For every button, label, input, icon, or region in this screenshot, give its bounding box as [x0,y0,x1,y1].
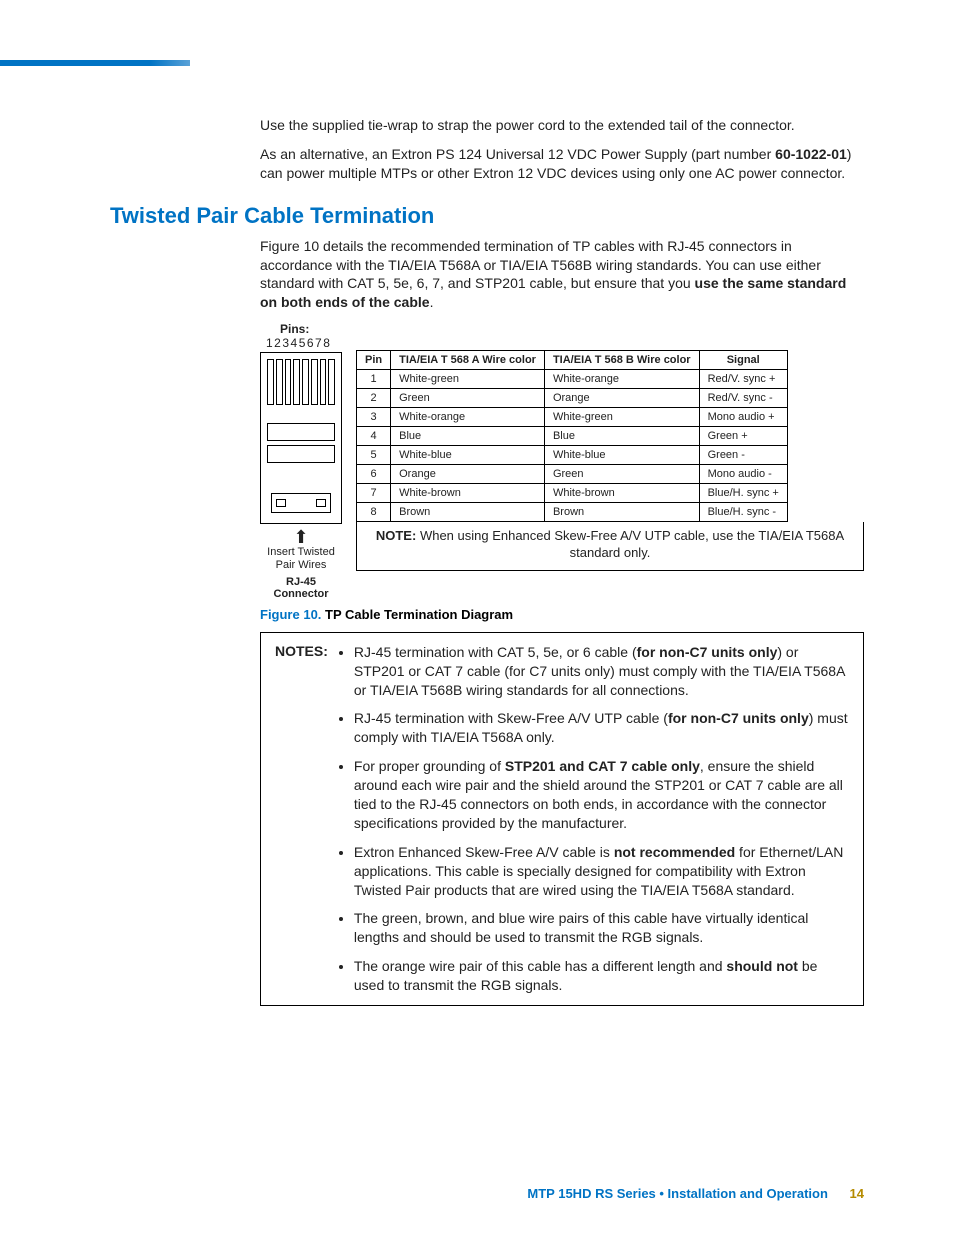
rj45-connector-label: RJ-45 Connector [260,576,342,601]
table-row: 5White-blueWhite-blueGreen - [357,446,788,465]
cell-568a: White-green [391,370,545,389]
col-header-568b: TIA/EIA T 568 B Wire color [544,351,699,370]
pins-numbers: 12345678 [266,336,864,350]
rj45-connector-diagram: ⬆ Insert Twisted Pair Wires RJ-45 Connec… [260,350,342,601]
page-content: Use the supplied tie-wrap to strap the p… [0,116,954,1006]
wire-color-table: Pin TIA/EIA T 568 A Wire color TIA/EIA T… [356,350,788,522]
col-header-568a: TIA/EIA T 568 A Wire color [391,351,545,370]
notes-item: The green, brown, and blue wire pairs of… [354,909,849,947]
connector-bar-1 [267,423,335,441]
intro-p2-lead: As an alternative, an Extron PS 124 Univ… [260,146,775,162]
page-number: 14 [850,1186,864,1201]
notes-item-pre: RJ-45 termination with Skew-Free A/V UTP… [354,710,668,726]
connector-latch [271,493,331,513]
cell-signal: Green - [699,446,787,465]
cell-568b: Orange [544,389,699,408]
notes-box: NOTES: RJ-45 termination with CAT 5, 5e,… [260,632,864,1006]
cell-568a: White-blue [391,446,545,465]
intro-paragraph-2: As an alternative, an Extron PS 124 Univ… [260,145,864,183]
figure-caption-lead: Figure 10. [260,607,325,622]
cell-568b: White-brown [544,484,699,503]
connector-bar-2 [267,445,335,463]
cell-568b: Green [544,465,699,484]
cell-pin: 4 [357,427,391,446]
arrow-up-icon: ⬆ [260,528,342,546]
cell-pin: 8 [357,503,391,522]
cell-pin: 1 [357,370,391,389]
figure-caption-text: TP Cable Termination Diagram [325,607,513,622]
notes-item-pre: The green, brown, and blue wire pairs of… [354,910,808,945]
section-paragraph: Figure 10 details the recommended termin… [260,237,864,313]
notes-list: RJ-45 termination with CAT 5, 5e, or 6 c… [334,643,849,995]
figure-10: Pins: 12345678 ⬆ Insert Twisted Pair Wir… [260,322,864,622]
cell-pin: 3 [357,408,391,427]
table-row: 2GreenOrangeRed/V. sync - [357,389,788,408]
notes-item-bold: STP201 and CAT 7 cable only [505,758,700,774]
cell-568a: White-brown [391,484,545,503]
header-accent-band [0,60,190,66]
cell-568a: White-orange [391,408,545,427]
col-header-pin: Pin [357,351,391,370]
cell-pin: 7 [357,484,391,503]
cell-pin: 6 [357,465,391,484]
notes-label: NOTES: [275,643,328,995]
table-row: 3White-orangeWhite-greenMono audio + [357,408,788,427]
notes-item-bold: for non-C7 units only [637,644,778,660]
table-row: 8BrownBrownBlue/H. sync - [357,503,788,522]
cell-568b: White-blue [544,446,699,465]
cell-signal: Red/V. sync + [699,370,787,389]
cell-signal: Mono audio + [699,408,787,427]
cell-signal: Green + [699,427,787,446]
table-note-label: NOTE: [376,528,416,543]
table-row: 6OrangeGreenMono audio - [357,465,788,484]
cell-568b: Brown [544,503,699,522]
wire-table-container: Pin TIA/EIA T 568 A Wire color TIA/EIA T… [356,350,864,571]
cell-signal: Red/V. sync - [699,389,787,408]
cell-568a: Orange [391,465,545,484]
pin-slots [267,359,335,409]
notes-item: RJ-45 termination with CAT 5, 5e, or 6 c… [354,643,849,700]
section-p1-tail: . [430,294,434,310]
part-number: 60-1022-01 [775,146,847,162]
cell-568b: White-green [544,408,699,427]
notes-item-pre: The orange wire pair of this cable has a… [354,958,727,974]
footer-text: MTP 15HD RS Series • Installation and Op… [527,1186,828,1201]
table-row: 4BlueBlueGreen + [357,427,788,446]
notes-item: RJ-45 termination with Skew-Free A/V UTP… [354,709,849,747]
cell-pin: 5 [357,446,391,465]
notes-item-bold: not recommended [614,844,735,860]
notes-item: For proper grounding of STP201 and CAT 7… [354,757,849,833]
intro-paragraph-1: Use the supplied tie-wrap to strap the p… [260,116,864,135]
connector-outline [260,352,342,524]
notes-item-pre: RJ-45 termination with CAT 5, 5e, or 6 c… [354,644,637,660]
cell-568b: White-orange [544,370,699,389]
notes-item-bold: for non-C7 units only [668,710,809,726]
cell-568a: Brown [391,503,545,522]
notes-item: Extron Enhanced Skew-Free A/V cable is n… [354,843,849,900]
page-footer: MTP 15HD RS Series • Installation and Op… [0,1186,954,1241]
cell-signal: Blue/H. sync - [699,503,787,522]
figure-caption: Figure 10. TP Cable Termination Diagram [260,607,864,622]
notes-item-pre: Extron Enhanced Skew-Free A/V cable is [354,844,614,860]
insert-wires-label: Insert Twisted Pair Wires [260,546,342,571]
cell-568b: Blue [544,427,699,446]
section-heading: Twisted Pair Cable Termination [110,203,864,229]
col-header-signal: Signal [699,351,787,370]
notes-item: The orange wire pair of this cable has a… [354,957,849,995]
cell-signal: Blue/H. sync + [699,484,787,503]
table-row: 7White-brownWhite-brownBlue/H. sync + [357,484,788,503]
table-row: 1White-greenWhite-orangeRed/V. sync + [357,370,788,389]
notes-item-pre: For proper grounding of [354,758,505,774]
table-note: NOTE: When using Enhanced Skew-Free A/V … [356,522,864,571]
table-note-text: When using Enhanced Skew-Free A/V UTP ca… [420,528,844,560]
cell-signal: Mono audio - [699,465,787,484]
pins-label: Pins: [280,322,864,336]
cell-568a: Blue [391,427,545,446]
cell-pin: 2 [357,389,391,408]
notes-item-bold: should not [726,958,798,974]
cell-568a: Green [391,389,545,408]
